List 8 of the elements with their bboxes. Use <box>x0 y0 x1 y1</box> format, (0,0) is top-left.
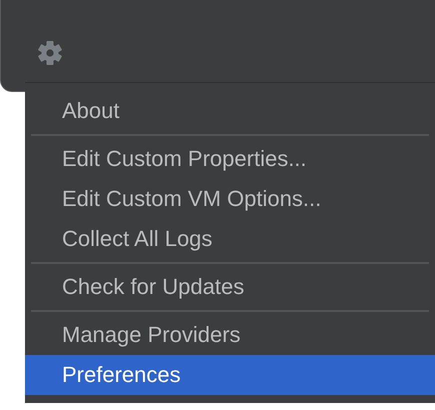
settings-icon[interactable] <box>38 40 62 66</box>
menu-item[interactable]: Edit Custom VM Options... <box>25 179 435 219</box>
menu-item[interactable]: About <box>25 91 435 131</box>
menu-item[interactable]: Manage Providers <box>25 315 435 355</box>
menu-item[interactable]: Preferences <box>25 355 435 395</box>
menu-item[interactable]: Check for Updates <box>25 267 435 307</box>
menu-item[interactable]: Collect All Logs <box>25 219 435 259</box>
menu-item[interactable]: Edit Custom Properties... <box>25 139 435 179</box>
